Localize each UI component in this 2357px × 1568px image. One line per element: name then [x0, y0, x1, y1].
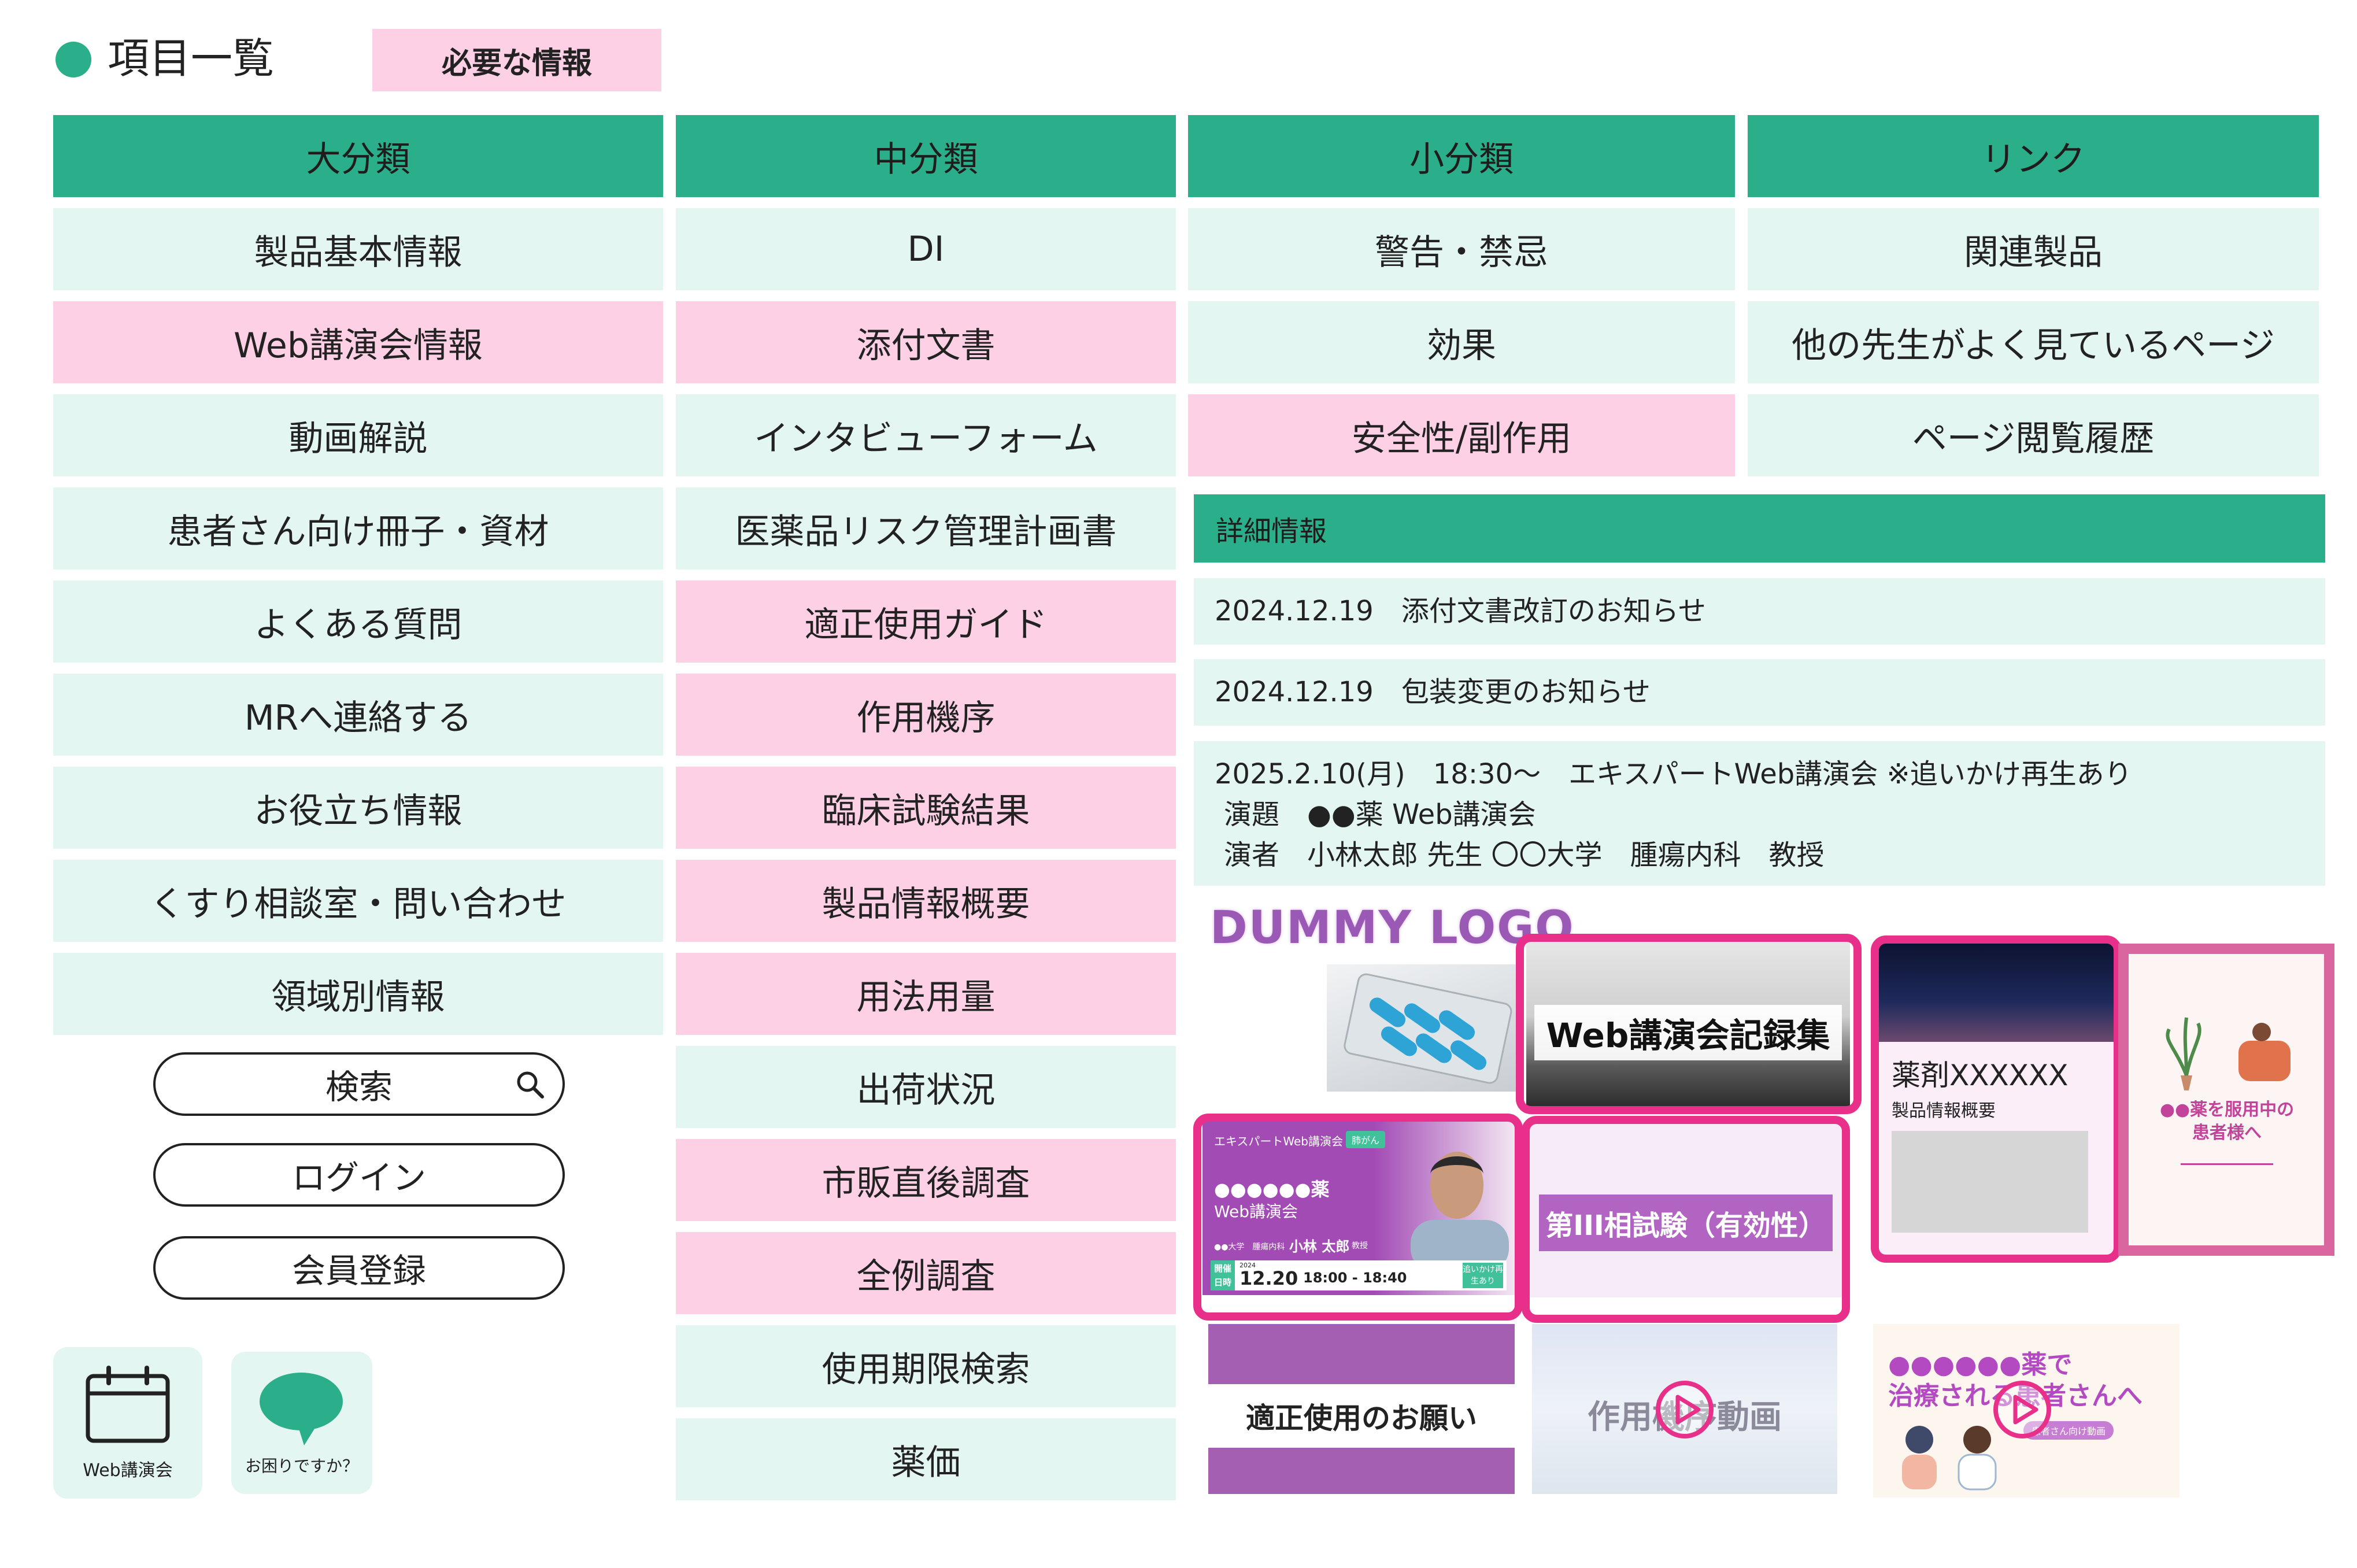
medium-category-item[interactable]: 医薬品リスク管理計画書: [676, 487, 1176, 569]
medium-category-item[interactable]: 全例調査: [676, 1232, 1176, 1314]
news-item[interactable]: 2024.12.19 包装変更のお知らせ: [1194, 659, 2325, 726]
medium-category-item[interactable]: 市販直後調査: [676, 1139, 1176, 1221]
moa-video-card[interactable]: 作用機序動画: [1532, 1324, 1837, 1494]
webinar-record-frame: [1516, 934, 1862, 1114]
booklet-divider: [2181, 1163, 2273, 1165]
search-button[interactable]: 検索: [153, 1052, 565, 1116]
capsule-image: [1344, 973, 1512, 1084]
chat-bubble-icon: [260, 1373, 343, 1445]
large-category-item[interactable]: Web講演会情報: [53, 301, 663, 383]
large-category-item[interactable]: 領域別情報: [53, 953, 663, 1035]
webinar-banner-frame: [1193, 1114, 1523, 1321]
webinar-shortcut[interactable]: Web講演会: [53, 1347, 202, 1499]
medium-category-item[interactable]: 作用機序: [676, 674, 1176, 756]
medium-category-item[interactable]: インタビューフォーム: [676, 394, 1176, 476]
link-item[interactable]: 関連製品: [1748, 208, 2319, 290]
product-photo[interactable]: [1327, 964, 1523, 1092]
proper-use-card[interactable]: 適正使用のお願い: [1208, 1324, 1515, 1494]
details-header: 詳細情報: [1194, 494, 2325, 563]
news-item[interactable]: 2024.12.19 添付文書改訂のお知らせ: [1194, 578, 2325, 645]
link-item[interactable]: 他の先生がよく見ているページ: [1748, 301, 2319, 383]
medium-category-item[interactable]: 製品情報概要: [676, 860, 1176, 942]
header-medium-category: 中分類: [676, 115, 1176, 197]
play-icon[interactable]: [1992, 1380, 2052, 1440]
large-category-item[interactable]: お役立ち情報: [53, 767, 663, 849]
plant-chair-illustration: [2166, 1017, 2291, 1090]
medium-category-item[interactable]: 薬価: [676, 1418, 1176, 1500]
large-category-item[interactable]: 動画解説: [53, 394, 663, 476]
register-button[interactable]: 会員登録: [153, 1236, 565, 1300]
medium-category-item[interactable]: 使用期限検索: [676, 1325, 1176, 1407]
medium-category-item[interactable]: 用法用量: [676, 953, 1176, 1035]
help-shortcut[interactable]: お困りですか？: [231, 1352, 372, 1494]
booklet-text: ●●薬を服用中の患者様へ: [2159, 1100, 2295, 1143]
header-small-category: 小分類: [1188, 115, 1735, 197]
large-category-item[interactable]: 患者さん向け冊子・資材: [53, 487, 663, 569]
link-item[interactable]: ページ閲覧履歴: [1748, 394, 2319, 476]
large-category-item[interactable]: よくある質問: [53, 580, 663, 663]
small-category-item[interactable]: 警告・禁忌: [1188, 208, 1735, 290]
event-datetime: 2025.2.10(月) 18:30～ エキスパートWeb講演会 ※追いかけ再生…: [1215, 758, 2132, 790]
small-category-item[interactable]: 安全性/副作用: [1188, 394, 1735, 476]
patient-video-card[interactable]: ●●●●●●薬で 治療される患者さんへ 患者さん向け動画: [1873, 1324, 2180, 1497]
medium-category-item[interactable]: 適正使用ガイド: [676, 580, 1176, 663]
login-button[interactable]: ログイン: [153, 1143, 565, 1207]
required-info-badge: 必要な情報: [372, 29, 661, 91]
calendar-icon: [86, 1366, 170, 1443]
play-icon[interactable]: [1655, 1380, 1715, 1440]
medium-category-item[interactable]: 出荷状況: [676, 1046, 1176, 1128]
medium-category-item[interactable]: 添付文書: [676, 301, 1176, 383]
proper-use-title: 適正使用のお願い: [1208, 1384, 1515, 1448]
header-large-category: 大分類: [53, 115, 663, 197]
search-icon: [517, 1071, 544, 1099]
medium-category-item[interactable]: DI: [676, 208, 1176, 290]
large-category-item[interactable]: くすり相談室・問い合わせ: [53, 860, 663, 942]
large-category-item[interactable]: MRへ連絡する: [53, 674, 663, 756]
booklet-page: ●●薬を服用中の患者様へ: [2129, 954, 2324, 1245]
event-speaker: 演者 小林太郎 先生 〇〇大学 腫瘍内科 教授: [1224, 839, 1825, 871]
event-topic: 演題 ●●薬 Web講演会: [1224, 798, 1536, 831]
event-item[interactable]: 2025.2.10(月) 18:30～ エキスパートWeb講演会 ※追いかけ再生…: [1194, 741, 2325, 886]
small-category-item[interactable]: 効果: [1188, 301, 1735, 383]
phase3-frame: [1522, 1116, 1850, 1323]
header-links: リンク: [1748, 115, 2319, 197]
help-shortcut-label: お困りですか？: [245, 1456, 358, 1475]
drug-card-frame: [1871, 935, 2122, 1263]
title-dot: [55, 42, 91, 77]
webinar-shortcut-label: Web講演会: [83, 1460, 173, 1481]
page-title: 項目一覧: [108, 34, 275, 83]
large-category-item[interactable]: 製品基本情報: [53, 208, 663, 290]
search-button-label: 検索: [325, 1067, 393, 1107]
medium-category-item[interactable]: 臨床試験結果: [676, 767, 1176, 849]
patient-booklet[interactable]: ●●薬を服用中の患者様へ: [2118, 944, 2334, 1256]
